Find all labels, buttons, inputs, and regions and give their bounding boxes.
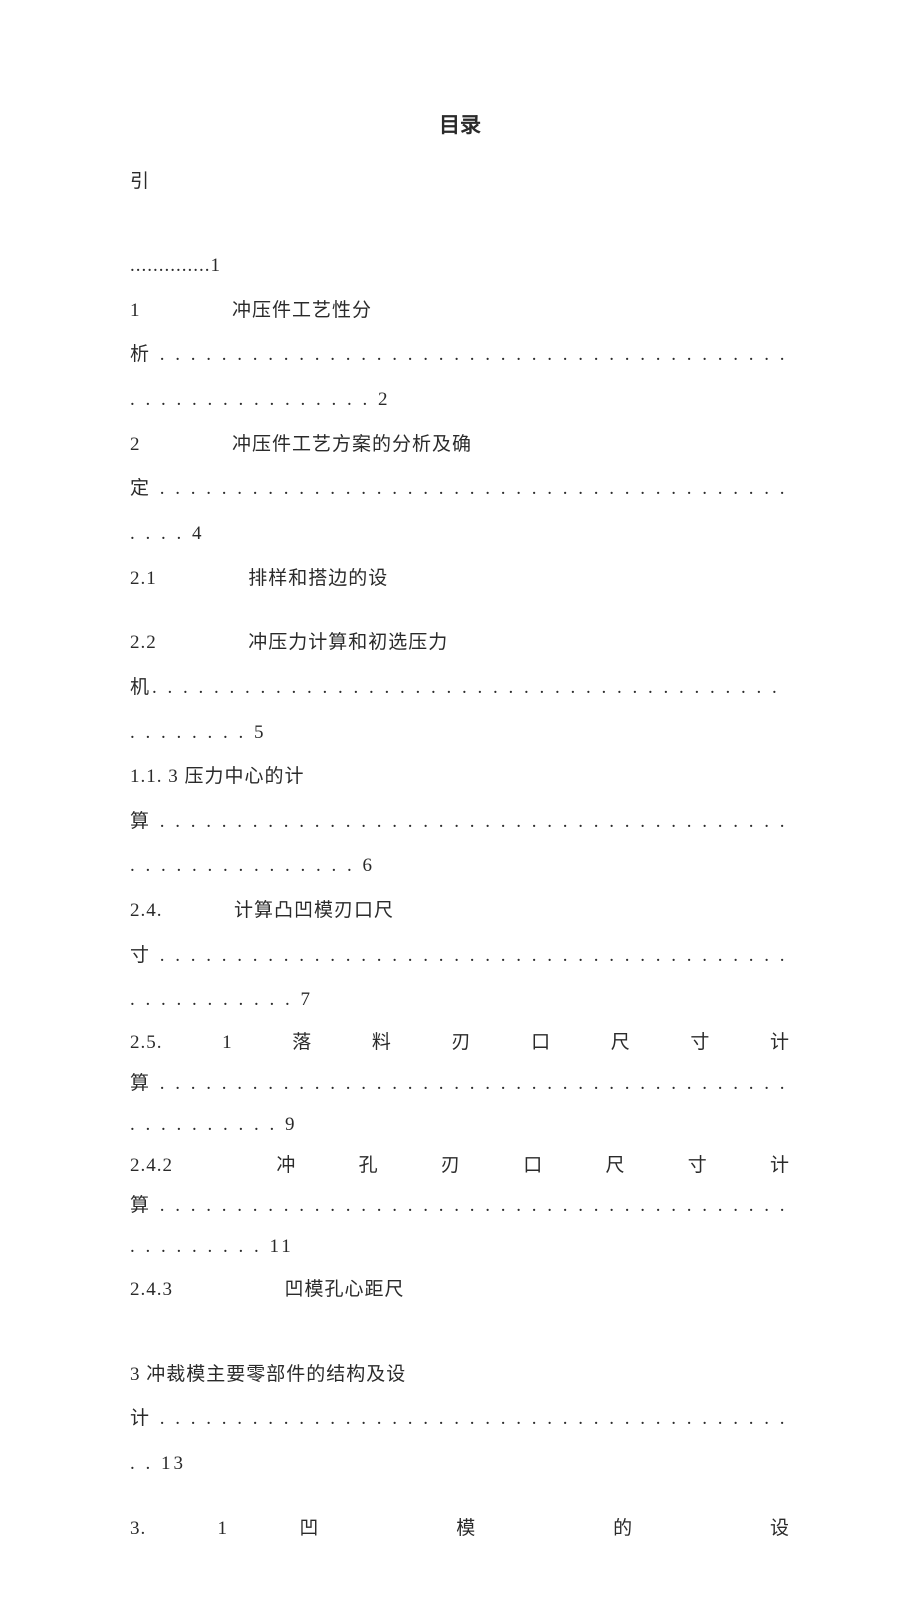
toc-entry: 3. 1 凹 模 的 设 — [130, 1507, 790, 1552]
toc-entry: 2.5. 1 落 料 刃 口 尺 寸 计 — [130, 1023, 790, 1064]
toc-entry: 机. . . . . . . . . . . . . . . . . . . .… — [130, 666, 790, 755]
toc-text: 计算凸凹模刃口尺 — [234, 900, 394, 921]
toc-entry: 算 . . . . . . . . . . . . . . . . . . . … — [130, 1064, 790, 1146]
toc-number: 2.4.3 — [130, 1279, 173, 1300]
toc-entry: 析 . . . . . . . . . . . . . . . . . . . … — [130, 333, 790, 422]
toc-entry: 定 . . . . . . . . . . . . . . . . . . . … — [130, 467, 790, 556]
toc-entry: 2.4. 计算凸凹模刃口尺 — [130, 889, 790, 934]
toc-entry: 引 — [130, 160, 790, 205]
toc-entry: 2.1 排样和搭边的设 — [130, 557, 790, 602]
toc-leader: ..............1 — [130, 255, 221, 276]
toc-leader: 定 . . . . . . . . . . . . . . . . . . . … — [130, 478, 788, 544]
toc-entry: 算 . . . . . . . . . . . . . . . . . . . … — [130, 1186, 790, 1268]
toc-entry: 1.1. 3 压力中心的计 — [130, 755, 790, 800]
spacer — [130, 601, 790, 621]
toc-text: 冲压件工艺方案的分析及确 — [232, 434, 472, 455]
toc-entry: 2.2 冲压力计算和初选压力 — [130, 621, 790, 666]
toc-leader: 寸 . . . . . . . . . . . . . . . . . . . … — [130, 945, 788, 1011]
toc-leader: 算 . . . . . . . . . . . . . . . . . . . … — [130, 1195, 788, 1257]
toc-number: 1 — [130, 300, 141, 321]
spacer — [130, 1487, 790, 1507]
spacer — [130, 1313, 790, 1353]
toc-number: 2.2 — [130, 632, 157, 653]
toc-text: 冲压件工艺性分 — [232, 300, 372, 321]
document-page: 目录 引 ..............1 1 冲压件工艺性分 析 . . . .… — [0, 0, 920, 1611]
toc-text: 1.1. 3 压力中心的计 — [130, 766, 305, 787]
toc-leader: 算 . . . . . . . . . . . . . . . . . . . … — [130, 811, 788, 877]
toc-text: 3 冲裁模主要零部件的结构及设 — [130, 1364, 406, 1385]
toc-text: 引 — [130, 171, 150, 192]
toc-entry: 计 . . . . . . . . . . . . . . . . . . . … — [130, 1397, 790, 1486]
toc-leader: 算 . . . . . . . . . . . . . . . . . . . … — [130, 1073, 788, 1135]
toc-number: 2.1 — [130, 568, 157, 589]
toc-entry: 2.4.2 冲 孔 刃 口 尺 寸 计 — [130, 1146, 790, 1187]
toc-entry: 2.4.3 凹模孔心距尺 — [130, 1268, 790, 1313]
toc-text: 冲压力计算和初选压力 — [248, 632, 448, 653]
toc-text: 凹模孔心距尺 — [285, 1279, 405, 1300]
toc-entry: 1 冲压件工艺性分 — [130, 289, 790, 334]
toc-text: 3. 1 凹 模 的 设 — [130, 1518, 790, 1539]
toc-leader: 析 . . . . . . . . . . . . . . . . . . . … — [130, 344, 788, 410]
toc-entry: ..............1 — [130, 244, 790, 289]
toc-entry: 算 . . . . . . . . . . . . . . . . . . . … — [130, 800, 790, 889]
toc-leader: 机. . . . . . . . . . . . . . . . . . . .… — [130, 677, 780, 743]
toc-text: 2.4.2 冲 孔 刃 口 尺 寸 计 — [130, 1155, 790, 1176]
toc-text: 排样和搭边的设 — [248, 568, 388, 589]
toc-number: 2 — [130, 434, 141, 455]
toc-text: 2.5. 1 落 料 刃 口 尺 寸 计 — [130, 1032, 790, 1053]
toc-entry: 2 冲压件工艺方案的分析及确 — [130, 423, 790, 468]
toc-entry: 寸 . . . . . . . . . . . . . . . . . . . … — [130, 934, 790, 1023]
toc-number: 2.4. — [130, 900, 163, 921]
toc-leader: 计 . . . . . . . . . . . . . . . . . . . … — [130, 1408, 788, 1474]
spacer — [130, 204, 790, 244]
toc-entry: 3 冲裁模主要零部件的结构及设 — [130, 1353, 790, 1398]
toc-title: 目录 — [130, 110, 790, 142]
